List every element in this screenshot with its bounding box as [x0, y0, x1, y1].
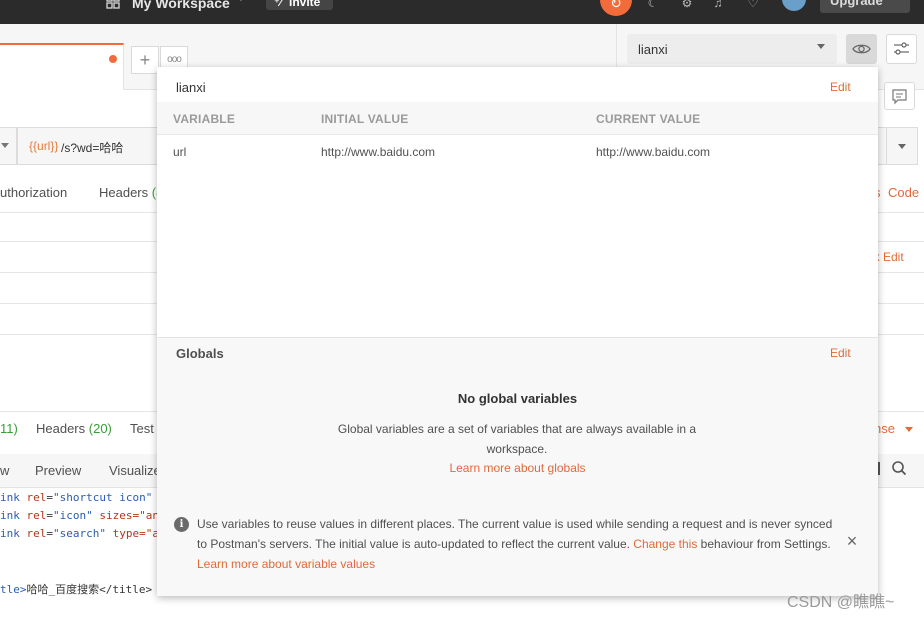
- chevron-down-icon[interactable]: [905, 427, 913, 432]
- info-message: Use variables to reuse values in differe…: [197, 514, 837, 574]
- url-variable: {{url}}: [29, 139, 59, 153]
- invite-button[interactable]: ⁺⁄ Invite: [266, 0, 333, 10]
- sliders-icon: [894, 42, 909, 55]
- edit-environment-link[interactable]: Edit: [830, 80, 851, 94]
- tab-raw[interactable]: w: [0, 463, 9, 478]
- code-eq: =: [46, 527, 53, 540]
- column-header-initial-value: INITIAL VALUE: [321, 112, 409, 126]
- code-tag: ink: [0, 509, 27, 522]
- environment-select[interactable]: lianxi: [627, 34, 837, 64]
- learn-more-variable-values-link[interactable]: Learn more about variable values: [197, 557, 375, 571]
- tab-cookies-response[interactable]: 11): [0, 421, 18, 436]
- column-header-current-value: CURRENT VALUE: [596, 112, 701, 126]
- comment-icon: [892, 89, 907, 105]
- tab-count: 11): [0, 421, 18, 436]
- method-chevron-icon: [1, 143, 9, 148]
- change-this-link[interactable]: Change this: [633, 537, 697, 551]
- code-attr: rel: [26, 491, 47, 504]
- tab-count: (20): [88, 421, 112, 436]
- send-chevron-icon: [898, 144, 906, 149]
- column-header-variable: VARIABLE: [173, 112, 236, 126]
- tab-authorization-label: uthorization: [0, 185, 68, 200]
- code-string: "shortcut icon": [53, 491, 153, 504]
- code-eq: =: [46, 491, 53, 504]
- heart-icon[interactable]: ♡: [745, 0, 761, 10]
- workspace-grid-icon: [106, 0, 120, 9]
- notification-bell-icon[interactable]: ♫: [710, 0, 726, 10]
- workspace-caret-icon[interactable]: ▼: [236, 0, 246, 4]
- unsaved-dot-icon: [109, 55, 117, 63]
- code-line: ink rel="search" type="ap: [0, 527, 166, 540]
- sync-icon: ↻: [610, 0, 622, 11]
- code-eq: =: [46, 509, 53, 522]
- eye-icon: [852, 44, 871, 54]
- comments-button[interactable]: [884, 82, 915, 110]
- variable-name-cell: url: [173, 145, 187, 159]
- manage-environments-button[interactable]: [886, 34, 917, 64]
- close-icon[interactable]: ×: [845, 532, 859, 550]
- tab-visualize[interactable]: Visualize: [109, 463, 161, 478]
- tab-preview[interactable]: Preview: [35, 463, 81, 478]
- url-path: /s?wd=哈哈: [61, 141, 124, 155]
- info-text: behaviour from Settings.: [697, 537, 831, 551]
- sync-button[interactable]: ↻: [600, 0, 632, 16]
- watermark: CSDN @瞧瞧~: [787, 594, 895, 611]
- tab-response-headers[interactable]: Headers (20): [36, 421, 112, 436]
- info-icon: i: [174, 517, 189, 532]
- variables-table-header: [157, 102, 878, 135]
- request-tab-active[interactable]: [0, 43, 124, 90]
- top-bar: My Workspace ▼ ⁺⁄ Invite ↻ ☾ ⚙ ♫ ♡ Upgra…: [0, 0, 924, 24]
- search-icon[interactable]: [891, 460, 907, 476]
- globals-title: Globals: [176, 346, 224, 361]
- code-attr: rel: [26, 509, 47, 522]
- tab-label: Test: [130, 421, 154, 436]
- avatar[interactable]: [782, 0, 806, 11]
- learn-more-globals-link[interactable]: Learn more about globals: [157, 461, 878, 475]
- code-link[interactable]: Code: [888, 185, 919, 200]
- code-string: "icon": [53, 509, 93, 522]
- code-attr: rel: [26, 527, 47, 540]
- settings-gear-icon[interactable]: ⚙: [679, 0, 695, 10]
- code-tail: sizes="any: [92, 509, 166, 522]
- globals-description: Global variables are a set of variables …: [337, 422, 697, 456]
- tab-headers-label: Headers: [99, 185, 149, 200]
- add-user-icon: ⁺⁄: [274, 0, 282, 9]
- interceptor-icon[interactable]: ☾: [645, 0, 661, 10]
- workspace-title[interactable]: My Workspace: [132, 0, 230, 11]
- no-globals-heading: No global variables: [457, 391, 578, 406]
- code-tag: ink: [0, 491, 27, 504]
- edit-globals-link[interactable]: Edit: [830, 346, 851, 360]
- invite-label: Invite: [289, 0, 321, 9]
- code-string: "search": [53, 527, 106, 540]
- environment-name: lianxi: [176, 80, 206, 95]
- code-line: tle>哈哈_百度搜索</title>: [0, 581, 152, 597]
- code-tag: ink: [0, 527, 27, 540]
- tab-label: Headers: [36, 421, 86, 436]
- tab-headers[interactable]: Headers (8: [99, 185, 163, 200]
- chevron-down-icon: [817, 44, 825, 49]
- tab-test-results[interactable]: Test: [130, 421, 154, 436]
- upgrade-button[interactable]: Upgrade: [820, 0, 910, 13]
- code-line: ink rel="icon" sizes="any: [0, 509, 166, 522]
- new-tab-button[interactable]: +: [131, 46, 159, 74]
- environment-section: lianxi Edit VARIABLE INITIAL VALUE CURRE…: [157, 67, 878, 337]
- initial-value-cell: http://www.baidu.com: [321, 145, 436, 159]
- tab-authorization[interactable]: uthorization: [0, 185, 67, 200]
- learn-more-globals-label: Learn more about globals: [449, 461, 586, 475]
- environment-select-label: lianxi: [638, 42, 668, 57]
- environment-quick-look-popup: lianxi Edit VARIABLE INITIAL VALUE CURRE…: [157, 67, 878, 596]
- code-tag: tle>: [0, 583, 27, 596]
- code-text: 哈哈_百度搜索</title>: [26, 583, 153, 596]
- environment-quick-look-button[interactable]: [846, 34, 877, 64]
- code-line: ink rel="shortcut icon" r: [0, 491, 166, 504]
- current-value-cell: http://www.baidu.com: [596, 145, 711, 159]
